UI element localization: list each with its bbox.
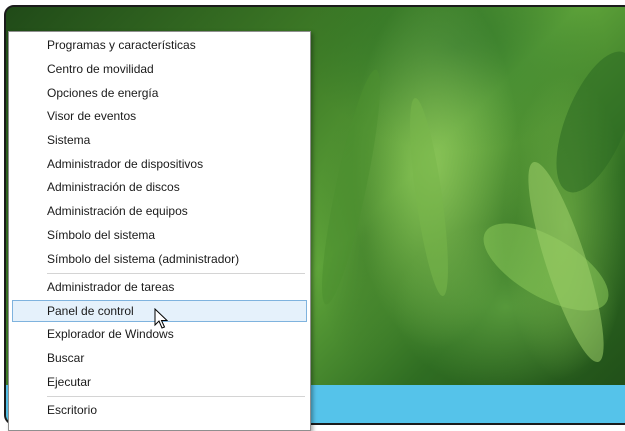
menu-item-admin-dispositivos[interactable]: Administrador de dispositivos bbox=[12, 153, 307, 175]
menu-item-opciones-energia[interactable]: Opciones de energía bbox=[12, 82, 307, 104]
wallpaper-leaf bbox=[311, 66, 391, 308]
wallpaper-leaf bbox=[540, 41, 625, 203]
menu-item-simbolo-sistema-admin[interactable]: Símbolo del sistema (administrador) bbox=[12, 248, 307, 270]
menu-item-centro-movilidad[interactable]: Centro de movilidad bbox=[12, 58, 307, 80]
menu-separator bbox=[47, 273, 305, 274]
menu-item-admin-tareas[interactable]: Administrador de tareas bbox=[12, 276, 307, 298]
menu-item-simbolo-sistema[interactable]: Símbolo del sistema bbox=[12, 224, 307, 246]
menu-item-admin-equipos[interactable]: Administración de equipos bbox=[12, 200, 307, 222]
menu-item-admin-discos[interactable]: Administración de discos bbox=[12, 176, 307, 198]
menu-separator bbox=[47, 396, 305, 397]
wallpaper-leaf bbox=[402, 96, 456, 298]
menu-item-sistema[interactable]: Sistema bbox=[12, 129, 307, 151]
menu-item-visor-eventos[interactable]: Visor de eventos bbox=[12, 105, 307, 127]
mouse-pointer-icon bbox=[154, 308, 168, 329]
menu-item-buscar[interactable]: Buscar bbox=[12, 347, 307, 369]
menu-item-ejecutar[interactable]: Ejecutar bbox=[12, 371, 307, 393]
menu-item-programas-caracteristicas[interactable]: Programas y características bbox=[12, 34, 307, 56]
power-user-menu: Programas y características Centro de mo… bbox=[8, 31, 311, 431]
